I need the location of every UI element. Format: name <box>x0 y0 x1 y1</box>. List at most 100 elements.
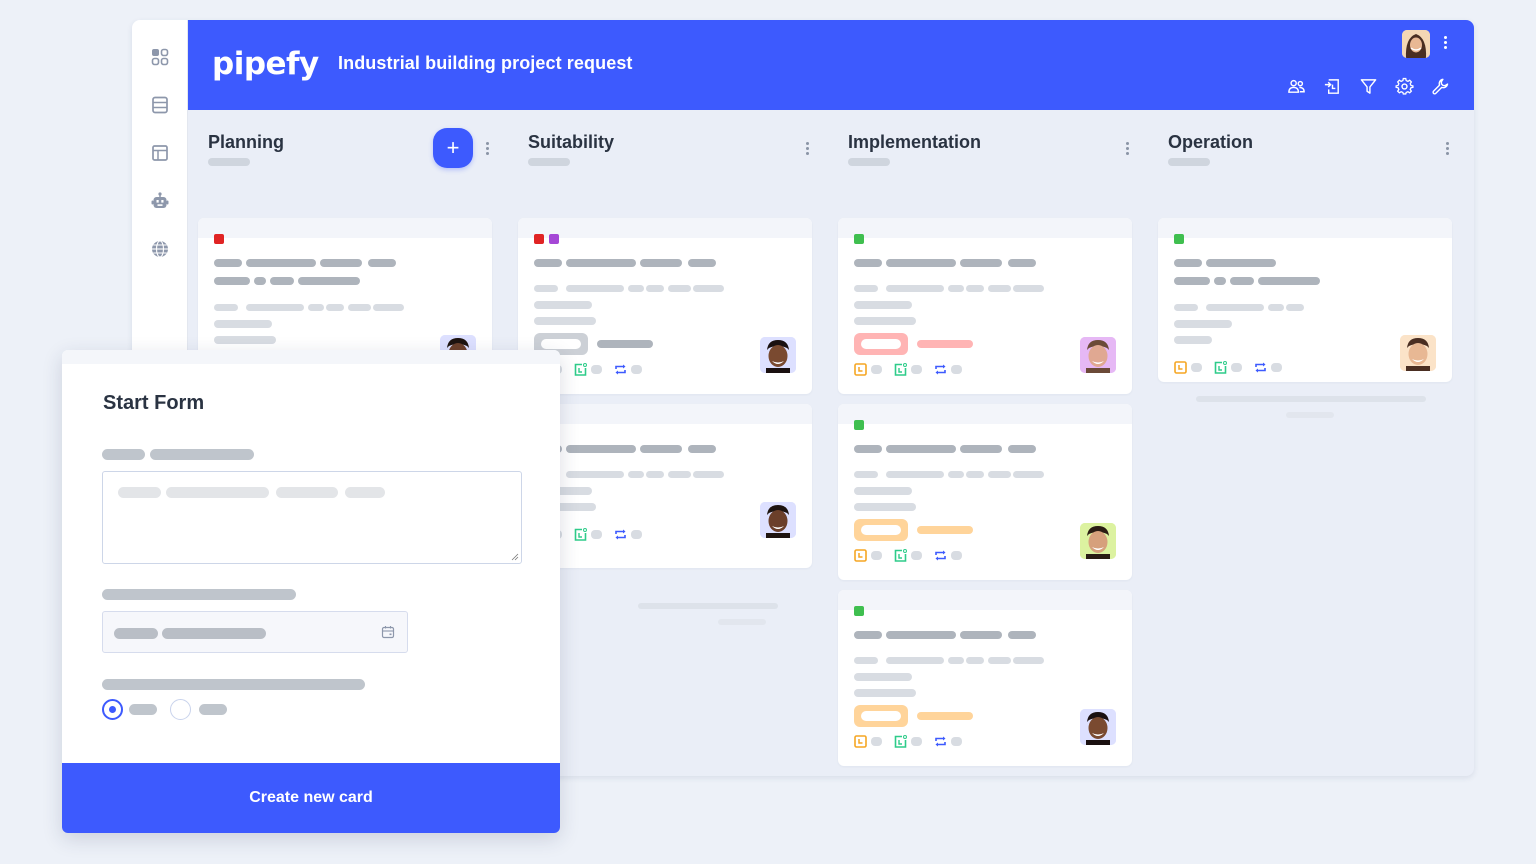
card-field-placeholder <box>988 657 1011 664</box>
card-title-placeholder <box>254 277 266 285</box>
description-textarea[interactable] <box>102 471 522 564</box>
database-icon[interactable] <box>149 94 171 116</box>
clock-icon <box>854 549 867 562</box>
bot-icon[interactable] <box>149 190 171 212</box>
create-new-card-button[interactable]: Create new card <box>62 763 560 833</box>
start-form-title: Start Form <box>103 392 205 414</box>
card-meta <box>854 735 974 748</box>
meta-value-placeholder <box>631 530 642 539</box>
card-title-placeholder <box>1206 259 1276 267</box>
card-header-strip <box>1158 218 1452 238</box>
start-form-panel: Start Form Create new card <box>62 350 560 833</box>
card-title-placeholder <box>246 259 316 267</box>
phase-title: Planning <box>208 132 284 152</box>
calendar-icon <box>894 549 907 562</box>
phase-menu-icon[interactable] <box>1124 142 1130 158</box>
board-header: pipefy Industrial building project reque… <box>188 20 1474 110</box>
phase-operation: Operation <box>1148 110 1452 776</box>
card-field-placeholder <box>646 471 664 478</box>
card-field-placeholder <box>348 304 371 311</box>
add-card-button[interactable]: + <box>433 128 473 168</box>
members-icon[interactable] <box>1286 76 1306 96</box>
card-field-placeholder <box>1013 285 1044 292</box>
meta-value-placeholder <box>911 551 922 560</box>
card[interactable] <box>838 218 1132 394</box>
repeat-icon <box>614 528 627 541</box>
card-field-placeholder <box>948 285 964 292</box>
card-field-placeholder <box>854 689 916 697</box>
assignee-avatar[interactable] <box>760 337 796 373</box>
card-field-placeholder <box>966 471 984 478</box>
card-field-placeholder <box>214 320 272 328</box>
card-title-placeholder <box>1174 259 1202 267</box>
card-title-placeholder <box>640 259 682 267</box>
assignee-avatar[interactable] <box>1080 337 1116 373</box>
card[interactable] <box>198 218 492 374</box>
field-label-placeholder <box>102 589 296 600</box>
layout-icon[interactable] <box>149 142 171 164</box>
card-tag <box>854 519 908 541</box>
settings-icon[interactable] <box>1394 76 1414 96</box>
clock-icon <box>854 735 867 748</box>
card[interactable] <box>838 404 1132 580</box>
card-title-placeholder <box>1174 277 1210 285</box>
card[interactable] <box>518 404 812 568</box>
card-header-strip <box>838 218 1132 238</box>
card[interactable] <box>1158 218 1452 382</box>
filter-icon[interactable] <box>1358 76 1378 96</box>
meta-value-placeholder <box>871 737 882 746</box>
assignee-avatar[interactable] <box>1400 335 1436 371</box>
phase-menu-icon[interactable] <box>804 142 810 158</box>
assignee-avatar[interactable] <box>1080 709 1116 745</box>
assignee-avatar[interactable] <box>1080 523 1116 559</box>
meta-value-placeholder <box>911 365 922 374</box>
calendar-icon <box>894 363 907 376</box>
card-field-placeholder <box>886 471 944 478</box>
card-labels <box>854 234 864 244</box>
card-field-placeholder <box>854 673 912 681</box>
card[interactable] <box>838 590 1132 766</box>
import-icon[interactable] <box>1322 76 1342 96</box>
card-field-placeholder <box>693 471 724 478</box>
globe-icon[interactable] <box>149 238 171 260</box>
card-field-placeholder <box>948 471 964 478</box>
card-tag <box>854 705 908 727</box>
card-field-placeholder <box>214 304 238 311</box>
calendar-icon <box>1214 361 1227 374</box>
card-tag-text-placeholder <box>917 340 973 348</box>
card-field-placeholder <box>1286 304 1304 311</box>
card-title-placeholder <box>534 259 562 267</box>
card-header-strip <box>198 218 492 238</box>
phase-menu-icon[interactable] <box>1444 142 1450 158</box>
user-avatar[interactable] <box>1402 30 1430 58</box>
radio-label-placeholder <box>129 704 157 715</box>
card-field-placeholder <box>948 657 964 664</box>
field-label-placeholder <box>102 679 365 690</box>
date-field[interactable] <box>102 611 408 653</box>
apps-grid-icon[interactable] <box>149 46 171 68</box>
meta-value-placeholder <box>951 365 962 374</box>
radio-option-2[interactable] <box>170 699 191 720</box>
radio-option-1[interactable] <box>102 699 123 720</box>
pipefy-logo[interactable]: pipefy <box>212 46 319 82</box>
card[interactable] <box>518 218 812 394</box>
phase-menu-icon[interactable] <box>484 142 490 158</box>
card-field-placeholder <box>854 487 912 495</box>
calendar-icon <box>894 735 907 748</box>
card-field-placeholder <box>886 657 944 664</box>
phase-card-count <box>848 158 890 166</box>
label-purple <box>549 234 559 244</box>
phase-implementation: Implementation <box>828 110 1132 776</box>
resize-handle-icon[interactable] <box>511 553 519 561</box>
board-title: Industrial building project request <box>338 53 633 73</box>
calendar-icon[interactable] <box>381 625 395 639</box>
card-field-placeholder <box>534 285 558 292</box>
card-header-strip <box>838 404 1132 424</box>
more-options-icon[interactable] <box>1442 36 1448 52</box>
card-field-placeholder <box>1013 471 1044 478</box>
card-field-placeholder <box>566 285 624 292</box>
card-title-placeholder <box>1214 277 1226 285</box>
wrench-icon[interactable] <box>1430 76 1450 96</box>
card-title-placeholder <box>1258 277 1320 285</box>
assignee-avatar[interactable] <box>760 502 796 538</box>
